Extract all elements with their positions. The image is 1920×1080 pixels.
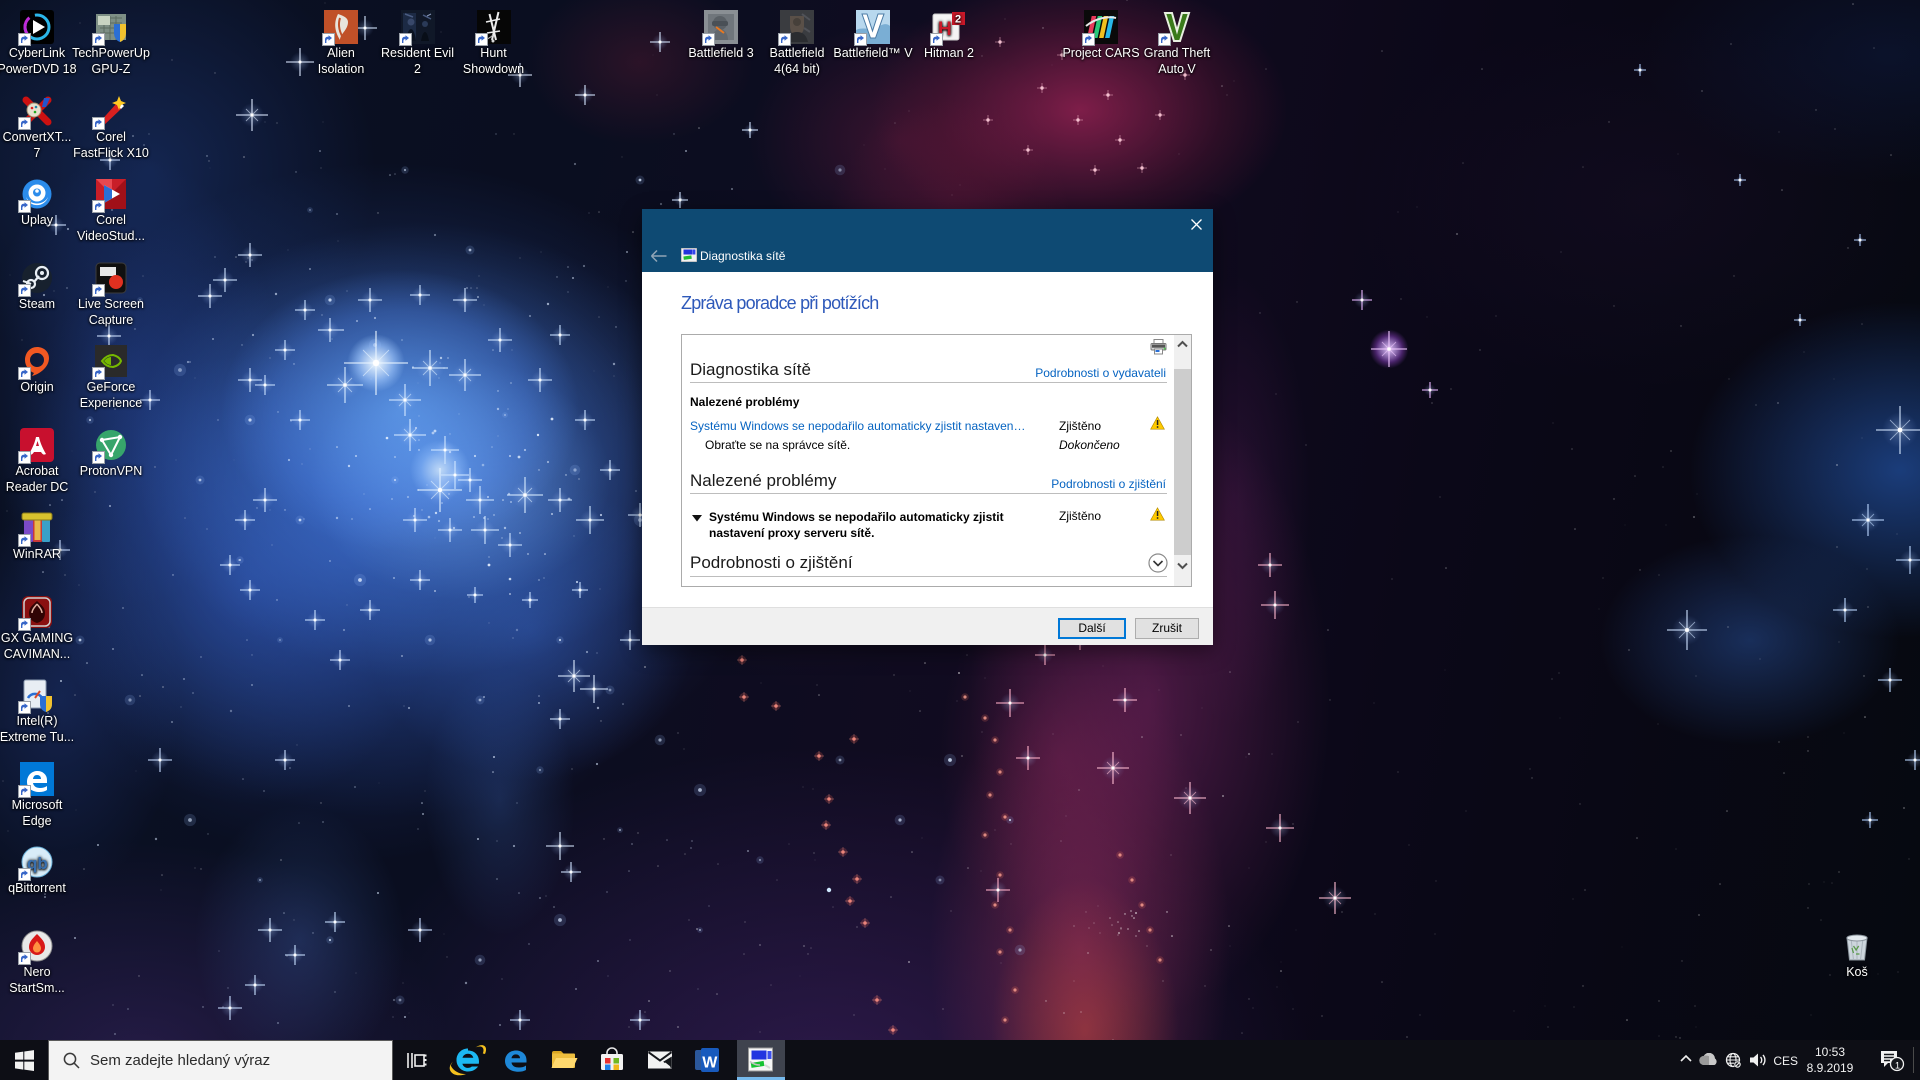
svg-text:1: 1 [1895, 1061, 1900, 1071]
svg-text:W: W [702, 1055, 718, 1072]
svg-text:2: 2 [955, 14, 961, 26]
